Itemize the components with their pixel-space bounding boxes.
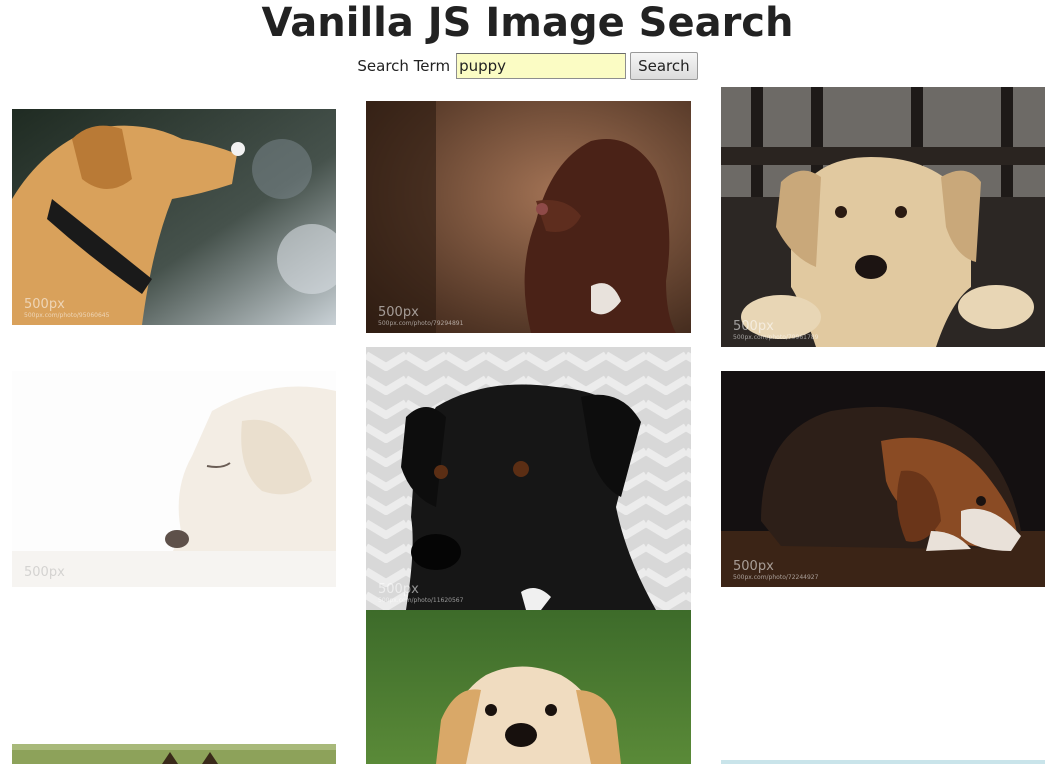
result-image-6-photo (721, 371, 1045, 587)
watermark: 500px (24, 565, 65, 580)
result-image-1-photo (12, 109, 336, 325)
page-title: Vanilla JS Image Search (261, 0, 794, 46)
result-image-8-photo (366, 610, 691, 764)
search-form: Search Term Search (0, 52, 1055, 80)
result-image-2-photo (366, 101, 691, 333)
watermark: 500px 500px.com/photo/11620567 (378, 582, 464, 604)
result-image-2[interactable]: 500px 500px.com/photo/79294891 (366, 101, 691, 333)
watermark: 500px 500px.com/photo/79294891 (378, 305, 464, 327)
result-image-9[interactable] (721, 760, 1045, 764)
watermark: 500px 500px.com/photo/79961789 (733, 319, 819, 341)
search-button[interactable]: Search (630, 52, 698, 80)
result-image-4[interactable]: 500px (12, 371, 336, 587)
result-image-6[interactable]: 500px 500px.com/photo/72244927 (721, 371, 1045, 587)
result-image-9-photo (721, 760, 1045, 764)
result-image-3-photo (721, 87, 1045, 347)
result-image-4-photo (12, 371, 336, 587)
result-image-5[interactable]: 500px 500px.com/photo/11620567 (366, 347, 691, 610)
result-image-1[interactable]: 500px 500px.com/photo/95060645 (12, 109, 336, 325)
result-image-7-photo (12, 744, 336, 764)
result-image-7[interactable] (12, 744, 336, 764)
result-image-3[interactable]: 500px 500px.com/photo/79961789 (721, 87, 1045, 347)
search-input[interactable] (456, 53, 627, 79)
watermark: 500px 500px.com/photo/95060645 (24, 297, 110, 319)
result-image-8[interactable] (366, 610, 691, 764)
watermark: 500px 500px.com/photo/72244927 (733, 559, 819, 581)
search-term-label: Search Term (357, 57, 451, 75)
result-image-5-photo (366, 347, 691, 610)
